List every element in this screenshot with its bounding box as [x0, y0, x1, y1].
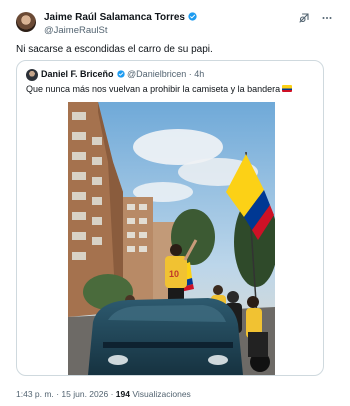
quote-time[interactable]: 4h: [194, 69, 204, 79]
more-icon[interactable]: [320, 12, 334, 24]
quote-separator: ·: [188, 69, 192, 79]
meta-separator: ·: [56, 389, 60, 399]
verified-badge-icon: [116, 70, 125, 78]
views-label: Visualizaciones: [132, 389, 191, 399]
tweet-author[interactable]: Jaime Raúl Salamanca Torres @JaimeRaulSt: [44, 11, 264, 37]
verified-badge-icon: [188, 12, 197, 21]
street-celebration-image: 10: [68, 102, 275, 375]
grok-icon[interactable]: [298, 12, 310, 24]
quote-text: Que nunca más nos vuelvan a prohibir la …: [26, 83, 293, 96]
tweet-text: Ni sacarse a escondidas el carro de su p…: [16, 44, 213, 55]
quote-author-handle[interactable]: @Danielbricen: [127, 69, 186, 79]
author-avatar[interactable]: [16, 12, 36, 32]
meta-separator-2: ·: [110, 389, 114, 399]
views-count: 194: [115, 389, 130, 399]
quote-author-name[interactable]: Daniel F. Briceño: [41, 69, 114, 79]
tweet-actions-top: [298, 12, 334, 24]
tweet-meta: 1:43 p. m. · 15 jun. 2026 · 194 Visualiz…: [16, 388, 191, 400]
quote-photo[interactable]: 10: [68, 102, 275, 375]
tweet-time[interactable]: 1:43 p. m.: [16, 389, 54, 399]
quoted-tweet[interactable]: Daniel F. Briceño @Danielbricen · 4h Que…: [16, 60, 324, 376]
svg-text:10: 10: [169, 269, 179, 279]
quote-author-avatar[interactable]: [26, 69, 38, 81]
author-handle[interactable]: @JaimeRaulSt: [44, 24, 264, 37]
author-name[interactable]: Jaime Raúl Salamanca Torres: [44, 12, 185, 23]
quote-text-content: Que nunca más nos vuelvan a prohibir la …: [26, 84, 281, 94]
colombia-flag-icon: [282, 85, 293, 92]
tweet-date[interactable]: 15 jun. 2026: [61, 389, 108, 399]
quote-header: Daniel F. Briceño @Danielbricen · 4h: [41, 68, 204, 81]
